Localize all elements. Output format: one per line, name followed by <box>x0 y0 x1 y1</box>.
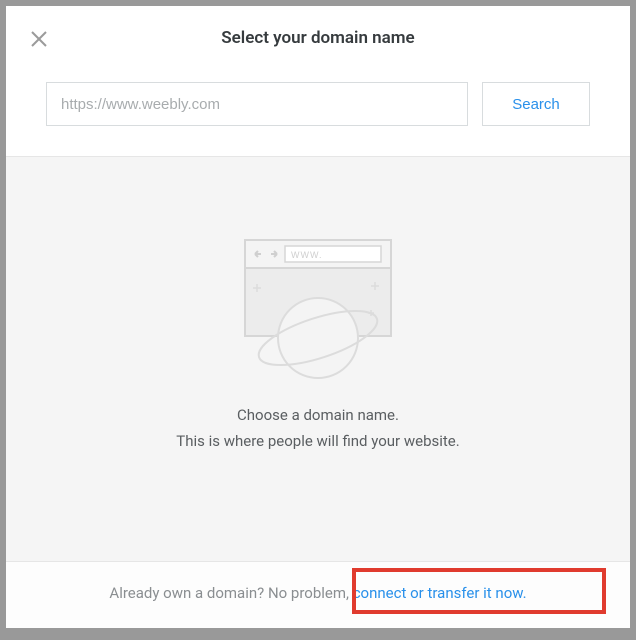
search-section: Search <box>6 68 630 157</box>
footer-prefix: Already own a domain? No problem, <box>109 584 352 602</box>
search-button[interactable]: Search <box>482 82 590 126</box>
modal-footer: Already own a domain? No problem, connec… <box>6 561 630 628</box>
connect-transfer-link[interactable]: connect or transfer it now. <box>353 584 527 602</box>
empty-state: WWW. Choose a domain name. This is where… <box>6 157 630 561</box>
modal-title: Select your domain name <box>30 28 606 48</box>
domain-modal: Select your domain name Search WWW. <box>6 6 630 628</box>
modal-header: Select your domain name <box>6 6 630 68</box>
empty-heading: Choose a domain name. <box>237 406 399 424</box>
browser-planet-illustration: WWW. <box>223 228 413 388</box>
empty-subheading: This is where people will find your webs… <box>176 432 459 450</box>
svg-text:WWW.: WWW. <box>291 250 323 260</box>
domain-input[interactable] <box>46 82 468 126</box>
close-icon[interactable] <box>30 30 48 48</box>
